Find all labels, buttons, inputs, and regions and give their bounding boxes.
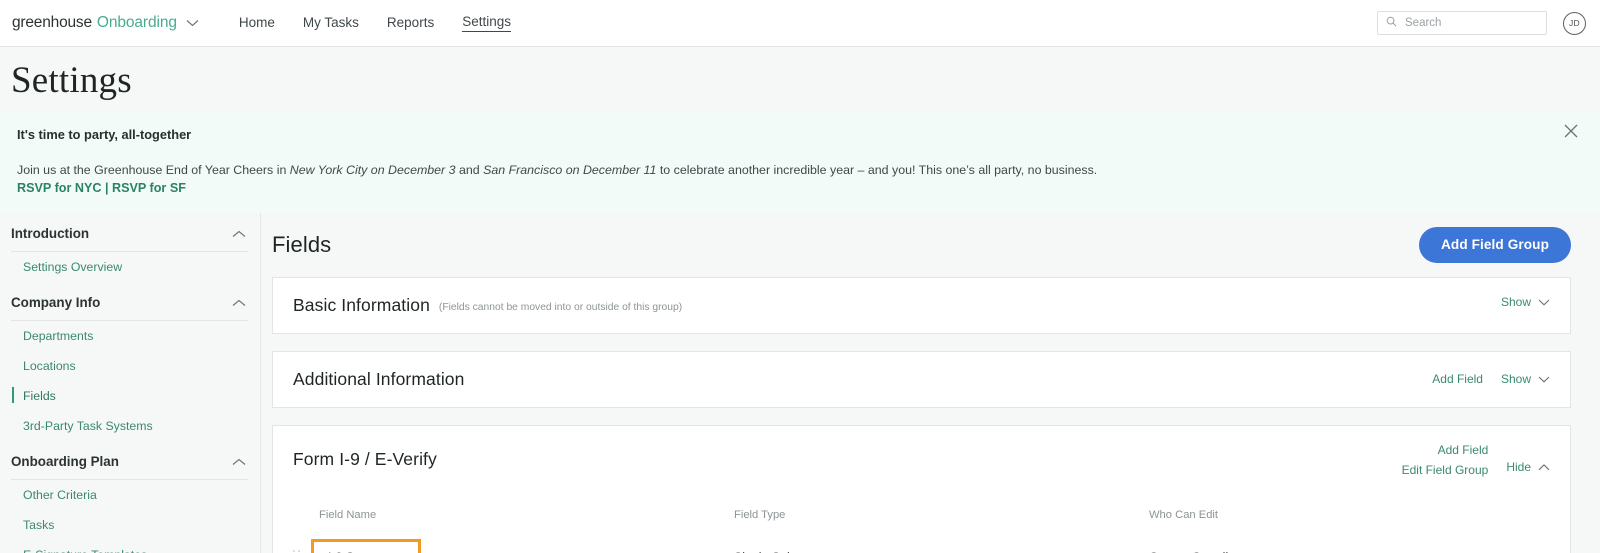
sidebar-group-onboarding-plan[interactable]: Onboarding Plan (0, 441, 260, 479)
nav-link-my-tasks[interactable]: My Tasks (303, 15, 359, 32)
sidebar-item-departments[interactable]: Departments (0, 321, 260, 351)
sidebar-item-3rd-party-task-systems[interactable]: 3rd-Party Task Systems (0, 411, 260, 441)
fields-table: Field Name Field Type Who Can Edit I-9 S… (293, 493, 1550, 553)
panel-note: (Fields cannot be moved into or outside … (438, 301, 683, 313)
panel-header: Additional Information Add Field Show (293, 352, 1550, 407)
table-header-row: Field Name Field Type Who Can Edit (293, 493, 1550, 525)
add-field-link[interactable]: Add Field (1432, 369, 1483, 386)
avatar[interactable]: JD (1563, 11, 1586, 35)
field-group-panel-basic-information: Basic Information (Fields cannot be move… (272, 276, 1571, 334)
nav-link-reports[interactable]: Reports (387, 15, 434, 32)
field-group-panel-form-i9-everify: Form I-9 / E-Verify Add Field Edit Field… (272, 424, 1571, 553)
banner-body: Join us at the Greenhouse End of Year Ch… (17, 162, 1560, 180)
search-box[interactable] (1377, 11, 1547, 35)
column-header-who-can-edit: Who Can Edit (1149, 508, 1219, 521)
chevron-up-icon (1538, 460, 1550, 474)
rsvp-nyc-link[interactable]: RSVP for NYC (17, 181, 101, 195)
chevron-down-icon (1538, 295, 1550, 309)
panel-actions: Add Field Show (1432, 369, 1550, 386)
chevron-down-icon (1538, 372, 1550, 386)
banner-text-2: and (455, 163, 484, 177)
announcement-banner: It's time to party, all-together Join us… (0, 112, 1600, 213)
chevron-up-icon[interactable] (232, 453, 246, 471)
settings-sidebar: Introduction Settings Overview Company I… (0, 212, 261, 553)
sidebar-item-settings-overview[interactable]: Settings Overview (0, 252, 260, 282)
field-name-highlighted[interactable]: I-9 Status * (311, 538, 421, 553)
banner-text-1: Join us at the Greenhouse End of Year Ch… (17, 163, 290, 177)
banner-links: RSVP for NYC | RSVP for SF (17, 181, 1560, 195)
top-nav-right-cluster: JD (1377, 11, 1586, 35)
show-hide-toggle[interactable]: Show (1501, 369, 1550, 386)
fields-title: Fields (272, 231, 332, 257)
column-header-field-type: Field Type (734, 508, 786, 521)
show-hide-toggle[interactable]: Show (1501, 295, 1550, 309)
sidebar-item-fields[interactable]: Fields (0, 381, 260, 411)
panel-header: Basic Information (Fields cannot be move… (293, 278, 1550, 333)
page-title: Settings (11, 60, 132, 101)
toggle-label: Hide (1506, 459, 1531, 474)
sidebar-group-company-info[interactable]: Company Info (0, 282, 260, 320)
toggle-label: Show (1500, 371, 1531, 386)
chevron-down-icon[interactable] (186, 14, 199, 32)
panel-header: Form I-9 / E-Verify Add Field Edit Field… (293, 426, 1550, 493)
panel-title: Form I-9 / E-Verify (293, 448, 437, 469)
sidebar-item-e-signature-templates[interactable]: E-Signature Templates (0, 540, 260, 553)
main-content: Fields Add Field Group Basic Information… (261, 213, 1600, 553)
show-hide-toggle[interactable]: Hide (1506, 443, 1550, 474)
top-navigation-bar: greenhouse Onboarding Home My Tasks Repo… (0, 0, 1600, 47)
add-field-group-button[interactable]: Add Field Group (1419, 226, 1571, 263)
search-input[interactable] (1405, 17, 1538, 29)
banner-title: It's time to party, all-together (17, 127, 192, 142)
page-body: Introduction Settings Overview Company I… (0, 212, 1600, 553)
banner-text-3: to celebrate another incredible year – a… (656, 163, 1098, 177)
field-group-panel-additional-information: Additional Information Add Field Show (272, 350, 1571, 408)
close-icon[interactable] (1564, 124, 1580, 140)
fields-header: Fields Add Field Group (272, 213, 1571, 277)
sidebar-group-title: Company Info (11, 295, 101, 311)
chevron-up-icon[interactable] (232, 294, 246, 312)
panel-link-column: Add Field Edit Field Group (1402, 443, 1489, 477)
sidebar-item-tasks[interactable]: Tasks (0, 510, 260, 540)
sidebar-group-introduction[interactable]: Introduction (0, 213, 260, 251)
search-icon (1386, 14, 1397, 32)
sidebar-item-other-criteria[interactable]: Other Criteria (0, 480, 260, 510)
nav-link-settings[interactable]: Settings (462, 14, 511, 32)
primary-nav-links: Home My Tasks Reports Settings (239, 14, 511, 32)
banner-link-separator: | (101, 180, 112, 195)
brand-logo[interactable]: greenhouse Onboarding (12, 14, 199, 32)
brand-product-name: Onboarding (96, 14, 177, 31)
nav-link-home[interactable]: Home (239, 15, 275, 32)
rsvp-sf-link[interactable]: RSVP for SF (112, 181, 186, 195)
toggle-label: Show (1500, 294, 1531, 309)
cell-field-name: I-9 Status * (311, 538, 734, 553)
brand-name: greenhouse (12, 14, 92, 31)
sidebar-group-title: Introduction (11, 226, 90, 242)
table-row[interactable]: I-9 Status * Single Select Owner, Coordi… (293, 525, 1550, 553)
add-field-link[interactable]: Add Field (1438, 443, 1489, 457)
sidebar-item-locations[interactable]: Locations (0, 351, 260, 381)
panel-actions: Add Field Edit Field Group Hide (1402, 443, 1550, 477)
sidebar-group-title: Onboarding Plan (11, 454, 119, 470)
chevron-up-icon[interactable] (232, 225, 246, 243)
column-header-field-name: Field Name (319, 508, 377, 521)
panel-actions: Show (1501, 295, 1550, 309)
edit-field-group-link[interactable]: Edit Field Group (1402, 463, 1489, 477)
banner-emphasis-sf: San Francisco on December 11 (483, 163, 657, 177)
banner-emphasis-nyc: New York City on December 3 (289, 163, 456, 177)
panel-title: Basic Information (293, 294, 430, 315)
panel-title: Additional Information (293, 368, 465, 389)
